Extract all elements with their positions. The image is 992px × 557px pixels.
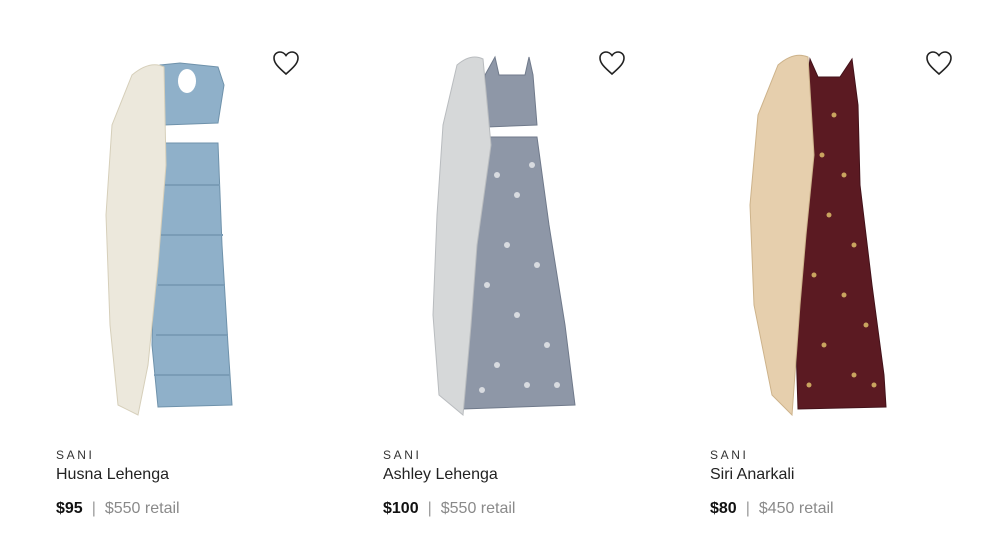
product-name[interactable]: Ashley Lehenga [383,466,498,484]
brand-label: SANI [383,448,422,462]
price-row: $80 | $450 retail [710,500,834,518]
price-separator: | [745,500,750,517]
price-separator: | [91,500,96,517]
heart-icon[interactable] [598,50,626,76]
retail-price: $550 retail [104,500,180,517]
retail-price: $450 retail [758,500,834,517]
product-image-husna-lehenga[interactable] [40,45,290,420]
rental-price: $100 [383,500,419,517]
product-image-siri-anarkali[interactable] [694,45,944,420]
rental-price: $95 [56,500,83,517]
price-row: $100 | $550 retail [383,500,515,518]
product-card-siri-anarkali[interactable]: SANI Siri Anarkali $80 | $450 retail [694,0,992,557]
retail-price: $550 retail [440,500,516,517]
product-card-husna-lehenga[interactable]: SANI Husna Lehenga $95 | $550 retail [40,0,340,557]
brand-label: SANI [56,448,95,462]
brand-label: SANI [710,448,749,462]
rental-price: $80 [710,500,737,517]
price-separator: | [427,500,432,517]
product-name[interactable]: Siri Anarkali [710,466,794,484]
product-grid: SANI Husna Lehenga $95 | $550 retail SANI … [0,0,992,557]
heart-icon[interactable] [925,50,953,76]
price-row: $95 | $550 retail [56,500,180,518]
product-name[interactable]: Husna Lehenga [56,466,169,484]
heart-icon[interactable] [272,50,300,76]
product-card-ashley-lehenga[interactable]: SANI Ashley Lehenga $100 | $550 retail [367,0,667,557]
product-image-ashley-lehenga[interactable] [367,45,617,420]
